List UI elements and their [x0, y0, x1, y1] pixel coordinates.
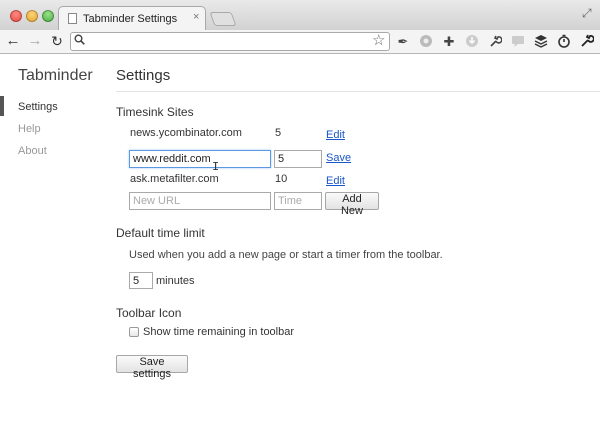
show-time-label: Show time remaining in toolbar: [143, 326, 295, 338]
edit-link[interactable]: Edit: [326, 129, 345, 141]
search-icon: [74, 34, 85, 48]
show-time-checkbox[interactable]: [129, 327, 139, 337]
new-url-input[interactable]: [129, 192, 271, 210]
browser-toolbar: ← → ↻ ☆ ✒ ✚: [0, 30, 600, 54]
default-limit-heading: Default time limit: [116, 226, 205, 240]
timer-icon[interactable]: [556, 34, 572, 50]
app-brand: Tabminder: [18, 67, 93, 84]
new-time-input[interactable]: [274, 192, 322, 210]
default-limit-description: Used when you add a new page or start a …: [129, 249, 443, 261]
text-cursor-icon: I: [212, 160, 220, 174]
page-title: Settings: [116, 67, 171, 84]
default-minutes-input[interactable]: [129, 272, 153, 289]
site-url: ask.metafilter.com: [130, 173, 219, 185]
edit-link[interactable]: Edit: [326, 175, 345, 187]
site-time-input[interactable]: [274, 150, 322, 168]
sidebar-item-about[interactable]: About: [18, 145, 47, 157]
new-tab-button[interactable]: [209, 12, 237, 26]
site-time: 10: [275, 173, 288, 185]
sidebar-item-help[interactable]: Help: [18, 123, 41, 135]
address-bar[interactable]: ☆: [70, 32, 390, 51]
back-button[interactable]: ←: [4, 32, 22, 50]
reload-button[interactable]: ↻: [48, 32, 66, 50]
site-url-input[interactable]: [129, 150, 271, 168]
close-window-button[interactable]: [10, 10, 22, 22]
add-new-button[interactable]: Add New: [325, 192, 379, 217]
site-url: news.ycombinator.com: [130, 127, 242, 139]
forward-button[interactable]: →: [26, 32, 44, 50]
page-icon: [68, 13, 77, 24]
browser-tab[interactable]: Tabminder Settings ×: [58, 6, 206, 31]
divider: [116, 91, 600, 92]
download-icon[interactable]: [464, 34, 480, 50]
active-nav-indicator: [0, 96, 4, 116]
wrench-icon[interactable]: [487, 34, 503, 50]
tab-close-icon[interactable]: ×: [193, 11, 199, 23]
tab-title: Tabminder Settings: [83, 13, 178, 25]
site-time: 5: [275, 127, 282, 139]
speech-bubble-icon[interactable]: [510, 34, 526, 50]
fullscreen-icon[interactable]: ⤢: [582, 6, 592, 21]
settings-wrench-icon[interactable]: [579, 34, 595, 50]
medical-cross-icon[interactable]: ✚: [441, 34, 457, 50]
toolbar-icon-heading: Toolbar Icon: [116, 306, 182, 320]
title-bar: Tabminder Settings × ⤢: [0, 0, 600, 31]
save-link[interactable]: Save: [326, 152, 351, 164]
bookmark-star-icon[interactable]: ☆: [372, 33, 385, 49]
bookmark-pin-icon[interactable]: ✒: [395, 34, 411, 50]
sidebar-item-settings[interactable]: Settings: [18, 101, 58, 113]
save-settings-button[interactable]: Save settings: [116, 355, 188, 380]
timesink-heading: Timesink Sites: [116, 105, 194, 119]
layers-icon[interactable]: [533, 34, 549, 50]
zoom-window-button[interactable]: [42, 10, 54, 22]
minutes-label: minutes: [156, 275, 195, 287]
globe-icon[interactable]: [418, 34, 434, 50]
minimize-window-button[interactable]: [26, 10, 38, 22]
